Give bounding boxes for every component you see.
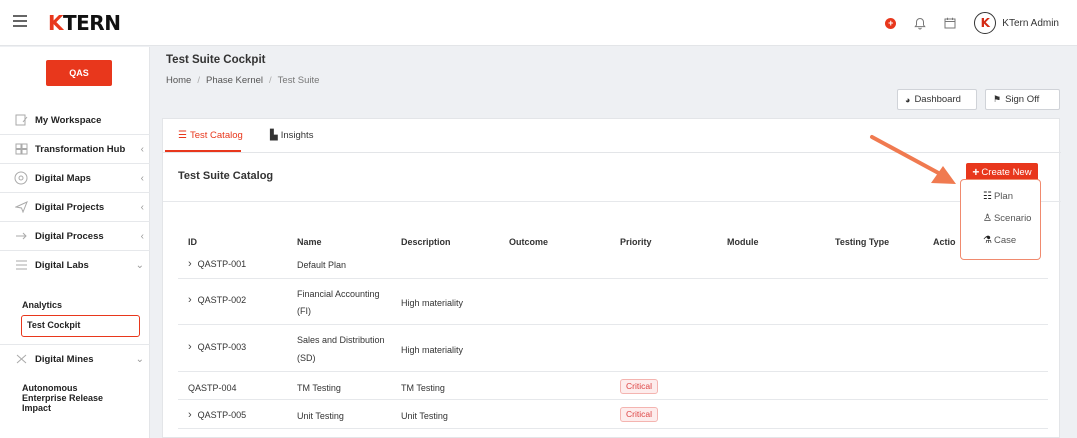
column-header-module[interactable]: Module <box>727 237 759 247</box>
ktern-logo[interactable]: KTERN <box>48 11 121 35</box>
calendar-icon <box>944 17 956 29</box>
catalog-title: Test Suite Catalog <box>178 170 274 182</box>
bar-chart-icon: ▙ <box>270 130 278 141</box>
mines-icon <box>14 353 28 365</box>
table-cell-name: Financial Accounting <box>297 289 380 299</box>
flag-icon: ⚑ <box>993 94 1002 104</box>
plus-icon: + <box>885 17 897 29</box>
tab-test-catalog[interactable]: ☰ Test Catalog <box>178 130 243 141</box>
table-row-id[interactable]: › QASTP-002 <box>188 294 246 306</box>
bell-icon <box>914 17 926 29</box>
process-arrow-icon <box>14 230 28 242</box>
hamburger-menu-icon[interactable] <box>13 15 27 27</box>
table-cell-name-cont: (FI) <box>297 306 311 316</box>
sidebar-item-transformation-hub[interactable]: Transformation Hub ‹ <box>0 135 150 163</box>
list-icon <box>14 259 28 271</box>
notifications-button[interactable] <box>914 17 926 30</box>
avatar[interactable]: K <box>974 12 997 34</box>
list-icon: ☷ <box>983 191 992 202</box>
page-title: Test Suite Cockpit <box>166 54 266 66</box>
table-row-id[interactable]: › QASTP-005 <box>188 409 246 421</box>
create-new-menu: ☷ Plan ♙ Scenario ⚗ Case <box>960 179 1041 260</box>
send-icon <box>14 201 28 213</box>
chevron-down-icon: ⌄ <box>135 259 144 271</box>
table-cell-description: High materiality <box>401 345 464 355</box>
column-header-testing-type[interactable]: Testing Type <box>835 237 889 247</box>
sidebar: QAS My Workspace Transformation Hub ‹ Di… <box>0 47 150 438</box>
menu-item-scenario[interactable]: ♙ Scenario <box>983 213 1031 224</box>
priority-badge: Critical <box>620 379 658 394</box>
sidebar-item-my-workspace[interactable]: My Workspace <box>0 106 150 134</box>
sidebar-item-digital-maps[interactable]: Digital Maps ‹ <box>0 164 150 192</box>
chevron-right-icon[interactable]: › <box>188 258 192 270</box>
breadcrumb: Home / Phase Kernel / Test Suite <box>166 75 320 86</box>
system-badge[interactable]: QAS <box>46 60 112 86</box>
sidebar-sub-test-cockpit[interactable]: Test Cockpit <box>21 315 140 337</box>
breadcrumb-test-suite: Test Suite <box>277 75 320 86</box>
table-cell-name: TM Testing <box>297 383 341 393</box>
sidebar-item-digital-process[interactable]: Digital Process ‹ <box>0 222 150 250</box>
username-label[interactable]: KTern Admin <box>1002 18 1059 29</box>
tab-bar: ☰ Test Catalog ▙ Insights <box>163 119 1061 153</box>
sign-off-button[interactable]: ⚑ Sign Off <box>985 89 1060 110</box>
chevron-right-icon[interactable]: › <box>188 341 192 353</box>
chevron-left-icon: ‹ <box>140 230 144 242</box>
list-icon: ☰ <box>178 130 187 141</box>
chevron-down-icon: ⌄ <box>135 353 144 365</box>
chevron-right-icon[interactable]: › <box>188 409 192 421</box>
table-cell-description: Unit Testing <box>401 411 448 421</box>
sidebar-item-digital-mines[interactable]: Digital Mines ⌄ <box>0 345 150 373</box>
column-header-outcome[interactable]: Outcome <box>509 237 548 247</box>
table-cell-description: High materiality <box>401 298 464 308</box>
notepad-icon <box>14 114 28 126</box>
table-cell-name: Default Plan <box>297 260 347 270</box>
column-header-id[interactable]: ID <box>188 237 197 247</box>
table-cell-name: Sales and Distribution <box>297 335 385 345</box>
menu-item-plan[interactable]: ☷ Plan <box>983 191 1013 202</box>
priority-badge: Critical <box>620 407 658 422</box>
breadcrumb-home[interactable]: Home <box>166 75 191 86</box>
chevron-left-icon: ‹ <box>140 201 144 213</box>
sidebar-sub-release-impact[interactable]: Autonomous Enterprise Release Impact <box>22 383 122 413</box>
menu-item-case[interactable]: ⚗ Case <box>983 235 1016 246</box>
column-header-name[interactable]: Name <box>297 237 322 247</box>
chevron-right-icon[interactable]: › <box>188 294 192 306</box>
table-cell-description: TM Testing <box>401 383 445 393</box>
table-cell-name: Unit Testing <box>297 411 344 421</box>
flask-icon: ⚗ <box>983 235 992 246</box>
test-suite-card: ☰ Test Catalog ▙ Insights Test Suite Catal… <box>162 118 1061 438</box>
column-header-priority[interactable]: Priority <box>620 237 652 247</box>
dashboard-button[interactable]: ◕ Dashboard <box>897 89 977 110</box>
calendar-button[interactable] <box>944 17 956 29</box>
column-header-actions[interactable]: Actio <box>933 237 956 247</box>
sidebar-sub-analytics[interactable]: Analytics <box>22 300 62 310</box>
sidebar-item-digital-labs[interactable]: Digital Labs ⌄ <box>0 251 150 279</box>
tab-insights[interactable]: ▙ Insights <box>270 130 313 141</box>
sidebar-item-digital-projects[interactable]: Digital Projects ‹ <box>0 193 150 221</box>
grid-icon <box>14 143 28 155</box>
dashboard-icon: ◕ <box>905 94 911 105</box>
table-row-id[interactable]: QASTP-004 <box>188 383 237 393</box>
breadcrumb-phase-kernel[interactable]: Phase Kernel <box>206 75 263 86</box>
compass-icon <box>14 171 28 185</box>
chevron-left-icon: ‹ <box>140 172 144 184</box>
table-row-id[interactable]: › QASTP-003 <box>188 341 246 353</box>
column-header-description[interactable]: Description <box>401 237 451 247</box>
top-bar: KTERN + K KTern Admin <box>0 0 1077 46</box>
table-cell-name-cont: (SD) <box>297 353 316 363</box>
microscope-icon: ♙ <box>983 213 992 224</box>
plus-icon: + <box>972 165 980 179</box>
chevron-left-icon: ‹ <box>140 143 144 155</box>
table-row-id[interactable]: › QASTP-001 <box>188 258 246 270</box>
quick-add-button[interactable]: + <box>885 17 897 29</box>
